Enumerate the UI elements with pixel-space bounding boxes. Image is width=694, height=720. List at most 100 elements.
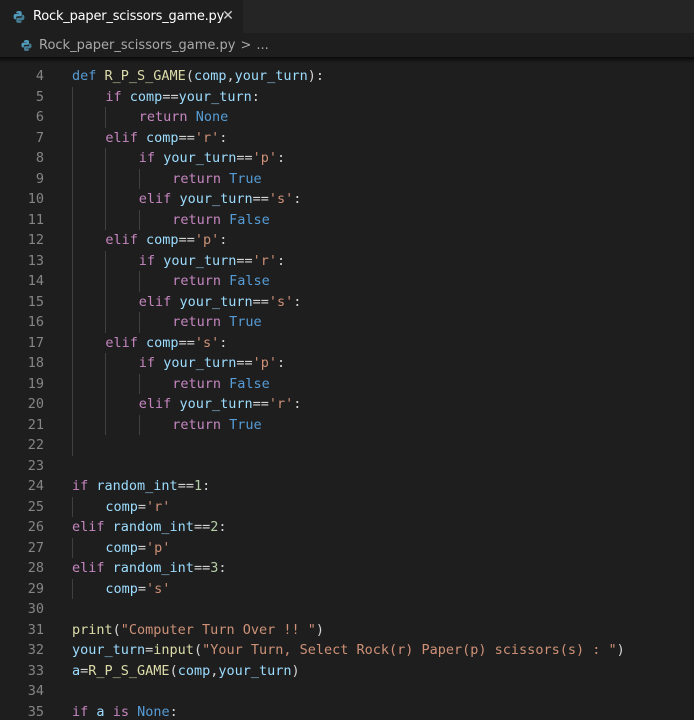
code-line[interactable]: 8 if your_turn=='p': [0,148,694,169]
code-text: elif comp=='s': [105,333,227,354]
code-line[interactable]: 9 return True [0,168,694,190]
code-token: comp [177,662,211,679]
line-number: 21 [27,416,44,433]
code-token: 'r' [194,129,220,146]
code-text: return False [172,374,270,395]
code-token: == [252,191,269,207]
code-line[interactable]: 14 return False [0,271,694,292]
indent-guide [138,271,140,292]
code-editor[interactable]: 4 def R_P_S_GAME(comp,your_turn): 5 if comp… [0,57,694,720]
code-token: comp [146,232,179,248]
code-line[interactable]: 4 def R_P_S_GAME(comp,your_turn): [0,66,694,87]
code-text: return True [172,415,261,436]
code-line[interactable]: 35 if a is None: [0,702,694,720]
code-text: a=R_P_S_GAME(comp,your_turn) [72,661,300,682]
code-line[interactable]: 18 if your_turn=='p': [0,353,694,374]
code-line[interactable]: 31 print("Computer Turn Over !! ") [0,620,694,641]
code-line[interactable]: 28 elif random_int==3: [0,558,694,579]
close-icon[interactable]: ✕ [220,8,236,24]
code-line[interactable]: 10 elif your_turn=='s': [0,189,694,210]
code-line[interactable]: 6 return None [0,107,694,128]
line-number: 25 [27,498,44,515]
code-token: 'p' [194,232,220,248]
code-line[interactable]: 13 if your_turn=='r': [0,250,694,271]
indent-guide [72,291,73,312]
code-token: elif [138,191,172,207]
indent-guide [72,86,73,107]
code-line[interactable]: 5 if comp==your_turn: [0,86,694,107]
code-token: = [137,498,147,515]
code-text: return None [139,107,228,128]
code-line[interactable]: 33 a=R_P_S_GAME(comp,your_turn) [0,661,694,682]
breadcrumb-file[interactable]: Rock_paper_scissors_game.py [39,38,236,53]
code-token: 'r' [252,252,278,269]
line-number: 15 [27,293,44,310]
line-number: 5 [35,88,44,105]
code-line[interactable]: 12 elif comp=='p': [0,230,694,251]
code-line[interactable]: 34 [0,681,694,702]
code-line[interactable]: 23 [0,456,694,477]
tab-rock-paper-scissors-game[interactable]: Rock_paper_scissors_game.py ✕ [0,0,244,33]
code-token: elif [138,396,172,412]
indent-guide [72,107,73,128]
code-token: your_turn [72,642,146,658]
code-text: print("Computer Turn Over !! ") [72,620,324,641]
code-token: "Your Turn, Select Rock(r) Paper(p) scis… [202,642,617,658]
code-line[interactable]: 7 elif comp=='r': [0,127,694,148]
code-token: your_turn [163,252,237,269]
code-token: False [229,375,270,392]
code-line[interactable]: 30 [0,599,694,620]
indent-guide [105,291,107,312]
code-line[interactable]: 27 comp='p' [0,537,694,558]
code-line[interactable]: 26 elif random_int==2: [0,517,694,538]
code-token: elif [72,560,105,576]
code-text: return False [172,271,270,292]
code-text: return True [172,169,261,190]
code-token: None [137,703,170,720]
code-token: "Computer Turn Over !! " [120,621,316,638]
code-token: : [293,191,302,207]
line-number: 7 [35,129,44,146]
code-token: comp [129,88,163,105]
code-token: : [277,150,286,166]
code-line[interactable]: 29 comp='s' [0,578,694,599]
code-token: , [226,68,235,84]
code-line[interactable]: 32 your_turn=input("Your Turn, Select Roc… [0,640,694,661]
indent-guide [105,394,107,415]
code-line[interactable]: 16 return True [0,312,694,333]
code-line[interactable]: 20 elif your_turn=='r': [0,394,694,415]
indent-guide [72,148,73,169]
code-text: if random_int==1: [72,476,210,497]
code-token: if [72,703,89,720]
code-token: 's' [268,293,294,310]
indent-guide [72,189,73,210]
code-line[interactable]: 22 [0,435,694,456]
code-line[interactable]: 25 comp='r' [0,496,694,517]
code-line[interactable]: 21 return True [0,414,694,436]
breadcrumb-more[interactable]: ... [256,38,268,53]
code-token: True [229,170,262,187]
code-line[interactable]: 11 return False [0,209,694,230]
line-number: 23 [27,457,44,474]
code-token: == [236,252,253,269]
code-token: == [177,478,194,494]
indent-guide [105,271,107,292]
indent-guide [138,414,140,435]
code-line[interactable]: 15 elif your_turn=='s': [0,291,694,312]
line-number: 28 [27,560,44,576]
code-line[interactable]: 17 elif comp=='s': [0,332,694,354]
line-number: 13 [27,252,44,269]
line-number: 27 [27,539,44,556]
code-token: if [105,88,122,105]
code-token: : [218,560,227,576]
indent-guide [105,373,107,394]
code-token: def [72,68,97,84]
code-line[interactable]: 19 return False [0,373,694,395]
code-line[interactable]: 24 if random_int==1: [0,476,694,497]
